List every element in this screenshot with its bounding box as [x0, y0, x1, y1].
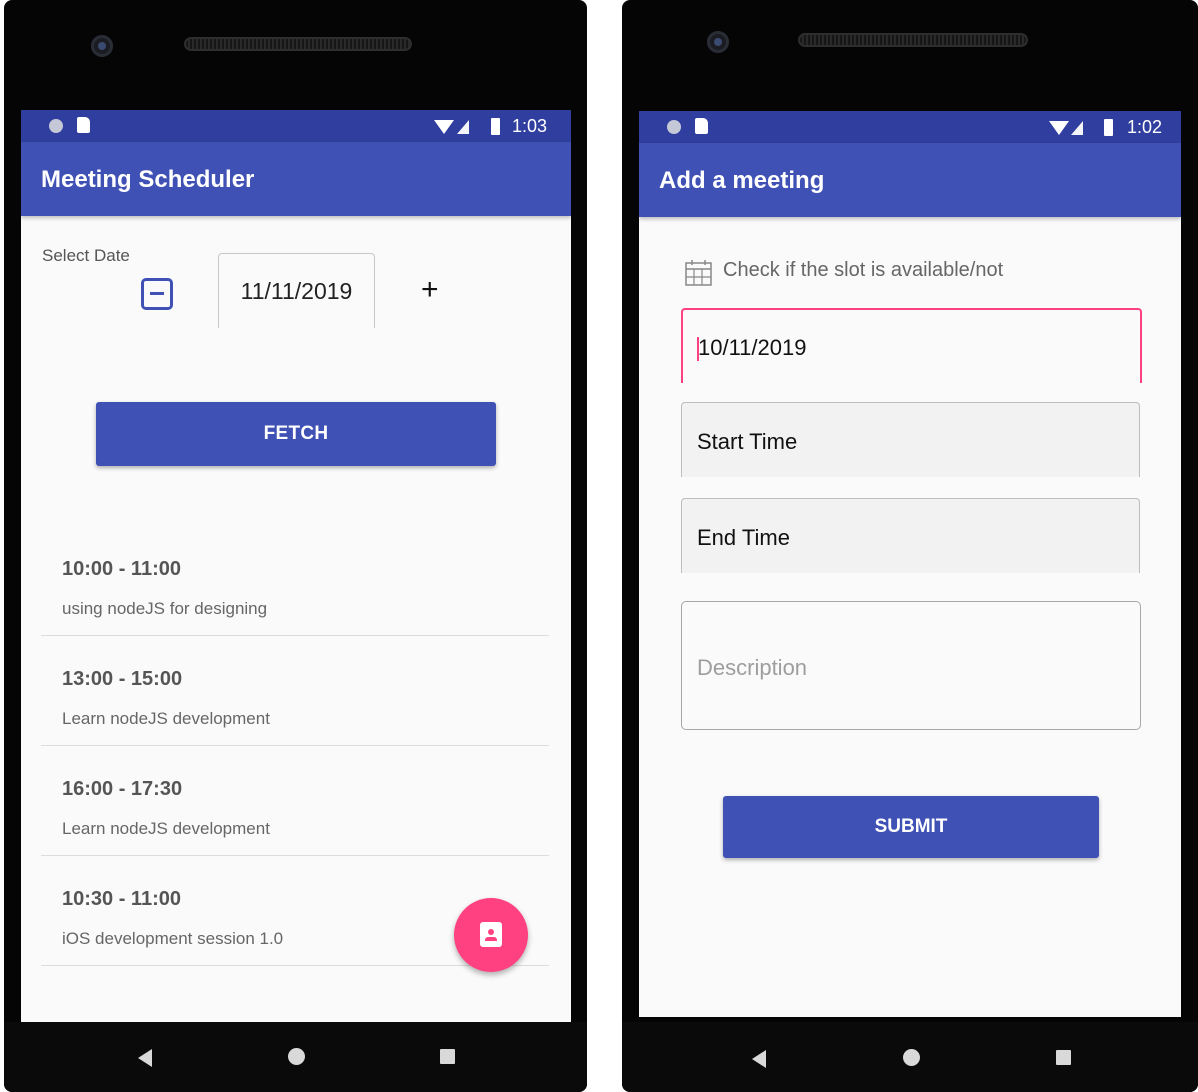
status-bar: 1:03	[21, 110, 571, 142]
signal-icon	[457, 120, 469, 134]
app-title: Add a meeting	[659, 167, 825, 194]
meeting-time: 10:30 - 11:00	[62, 888, 181, 910]
add-meeting-fab[interactable]	[454, 898, 528, 972]
meeting-list-item[interactable]: 13:00 - 15:00 Learn nodeJS development	[41, 636, 549, 746]
meeting-description: using nodeJS for designing	[62, 599, 268, 618]
earpiece-speaker	[184, 37, 412, 51]
sd-card-icon	[695, 118, 708, 134]
earpiece-speaker	[798, 33, 1028, 47]
home-icon[interactable]	[288, 1048, 305, 1065]
phone-right: 1:02 Add a meeting Check if the slot is …	[622, 0, 1198, 1092]
battery-icon	[491, 118, 500, 135]
system-nav-bar	[4, 1022, 587, 1092]
meeting-description: Learn nodeJS development	[62, 819, 270, 838]
start-time-label: Start Time	[697, 429, 798, 454]
screen-meeting-list: 1:03 Meeting Scheduler Select Date 11/11…	[21, 110, 571, 1022]
screen-add-meeting: 1:02 Add a meeting Check if the slot is …	[639, 111, 1181, 1017]
date-input-value: 10/11/2019	[698, 335, 807, 360]
submit-button[interactable]: SUBMIT	[723, 796, 1099, 858]
notification-dot-icon	[49, 119, 63, 133]
recents-icon[interactable]	[1056, 1050, 1071, 1065]
meeting-time: 10:00 - 11:00	[62, 558, 181, 580]
recents-icon[interactable]	[440, 1049, 455, 1064]
date-input[interactable]: 10/11/2019	[681, 308, 1142, 383]
front-camera-icon	[91, 35, 113, 57]
select-date-label: Select Date	[42, 246, 130, 265]
sd-card-icon	[77, 117, 90, 133]
increment-date-button[interactable]: +	[421, 273, 439, 307]
date-field[interactable]: 11/11/2019	[218, 253, 375, 328]
meeting-time: 13:00 - 15:00	[62, 668, 183, 690]
description-input[interactable]: Description	[681, 601, 1141, 730]
notification-dot-icon	[667, 120, 681, 134]
wifi-icon	[1049, 121, 1069, 135]
description-placeholder: Description	[697, 655, 808, 680]
end-time-label: End Time	[697, 525, 790, 550]
meeting-list-item[interactable]: 16:00 - 17:30 Learn nodeJS development	[41, 746, 549, 856]
phone-left: 1:03 Meeting Scheduler Select Date 11/11…	[4, 0, 587, 1092]
app-bar: Meeting Scheduler	[21, 142, 571, 216]
front-camera-icon	[707, 31, 729, 53]
wifi-icon	[434, 120, 454, 134]
system-nav-bar	[622, 1022, 1198, 1092]
check-slot-label[interactable]: Check if the slot is available/not	[723, 259, 1003, 282]
home-icon[interactable]	[903, 1049, 920, 1066]
fetch-button[interactable]: FETCH	[96, 402, 496, 466]
app-bar: Add a meeting	[639, 143, 1181, 217]
signal-icon	[1071, 121, 1083, 135]
status-time: 1:03	[512, 116, 548, 136]
back-icon[interactable]	[752, 1050, 766, 1068]
meeting-time: 16:00 - 17:30	[62, 778, 183, 800]
status-time: 1:02	[1127, 117, 1163, 137]
end-time-field[interactable]: End Time	[681, 498, 1140, 573]
decrement-date-button[interactable]	[141, 278, 173, 310]
meeting-description: iOS development session 1.0	[62, 929, 284, 948]
back-icon[interactable]	[138, 1049, 152, 1067]
meeting-list-item[interactable]: 10:00 - 11:00 using nodeJS for designing	[41, 526, 549, 636]
meeting-description: Learn nodeJS development	[62, 709, 270, 728]
start-time-field[interactable]: Start Time	[681, 402, 1140, 477]
battery-icon	[1104, 119, 1113, 136]
calendar-grid-icon[interactable]	[684, 258, 714, 288]
status-bar: 1:02	[639, 111, 1181, 143]
app-title: Meeting Scheduler	[41, 166, 255, 193]
contact-calendar-icon	[480, 922, 502, 947]
